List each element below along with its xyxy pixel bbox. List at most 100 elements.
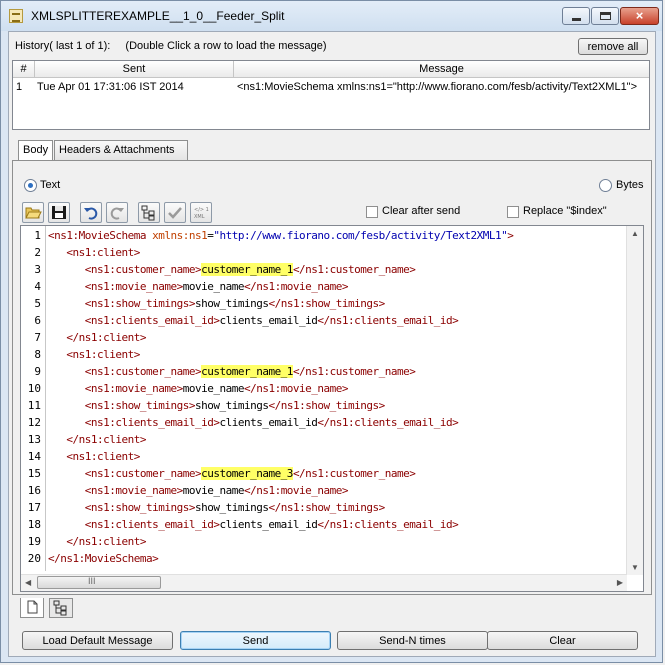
code-token: show_timings — [194, 297, 269, 310]
line-number: 10 — [27, 382, 41, 395]
tree-tab[interactable] — [49, 598, 73, 618]
redo-button[interactable] — [106, 202, 128, 223]
validate-button[interactable] — [164, 202, 186, 223]
code-token: "http://www.fiorano.com/fesb/activity/Te… — [213, 229, 508, 242]
code-token: <ns1:clients_email_id> — [84, 518, 220, 531]
bytes-radio-label: Bytes — [616, 179, 644, 191]
code-token: <ns1:client> — [66, 246, 140, 259]
text-radio[interactable] — [24, 179, 37, 192]
code-line: </ns1:MovieSchema> — [48, 552, 159, 565]
maximize-button[interactable] — [591, 7, 619, 25]
title-bar[interactable]: XMLSPLITTEREXAMPLE__1_0__Feeder_Split × — [1, 1, 662, 31]
line-number: 8 — [34, 348, 41, 361]
column-header-sent[interactable]: Sent — [35, 61, 234, 78]
code-token: </ns1:customer_name> — [292, 365, 416, 378]
code-token: </ns1:client> — [66, 331, 146, 344]
line-number: 2 — [34, 246, 41, 259]
line-number: 16 — [27, 484, 41, 497]
code-line: </ns1:client> — [48, 535, 146, 548]
tab-body[interactable]: Body — [18, 140, 53, 161]
app-icon — [9, 9, 23, 23]
code-token: </ns1:show_timings> — [268, 501, 385, 514]
tree-icon — [53, 600, 67, 616]
undo-button[interactable] — [80, 202, 102, 223]
save-button[interactable] — [48, 202, 70, 223]
code-line: <ns1:clients_email_id>clients_email_id</… — [48, 518, 459, 531]
code-token: </ns1:clients_email_id> — [317, 416, 459, 429]
code-token: <ns1:show_timings> — [84, 297, 196, 310]
code-token: <ns1:movie_name> — [84, 280, 183, 293]
vertical-scrollbar[interactable]: ▲ ▼ — [626, 226, 643, 575]
clear-after-send-checkbox[interactable] — [366, 206, 378, 218]
close-icon: × — [635, 8, 644, 23]
code-line: <ns1:show_timings>show_timings</ns1:show… — [48, 399, 386, 412]
row-message: <ns1:MovieSchema xmlns:ns1="http://www.f… — [237, 81, 638, 93]
bytes-radio[interactable] — [599, 179, 612, 192]
code-token: </ns1:customer_name> — [292, 263, 416, 276]
scroll-left-icon[interactable]: ◀ — [25, 578, 31, 587]
open-button[interactable] — [22, 202, 44, 223]
line-number: 18 — [27, 518, 41, 531]
code-token: </ns1:movie_name> — [243, 382, 349, 395]
column-header-message[interactable]: Message — [234, 61, 649, 78]
horizontal-scrollbar[interactable]: ◀ III ▶ — [21, 574, 627, 591]
line-number: 15 — [27, 467, 41, 480]
code-line: <ns1:clients_email_id>clients_email_id</… — [48, 416, 459, 429]
line-number: 12 — [27, 416, 41, 429]
save-icon — [52, 206, 66, 219]
xml-editor[interactable]: 1 2 3 4 5 6 7 8 9 10 11 12 13 14 15 16 17 18 19 20 <ns1:Mov… — [20, 225, 644, 592]
table-row[interactable]: 1 Tue Apr 01 17:31:06 IST 2014 <ns1:Movi… — [13, 78, 649, 96]
code-token: show_timings — [194, 399, 269, 412]
remove-all-button[interactable]: remove all — [578, 38, 648, 55]
document-tab[interactable] — [20, 598, 44, 618]
code-token: <ns1:clients_email_id> — [84, 314, 220, 327]
code-token: </ns1:movie_name> — [243, 280, 349, 293]
close-button[interactable]: × — [620, 7, 659, 25]
code-line: <ns1:client> — [48, 450, 140, 463]
code-line: <ns1:show_timings>show_timings</ns1:show… — [48, 501, 386, 514]
history-label: History( last 1 of 1): — [15, 40, 111, 52]
send-button[interactable]: Send — [180, 631, 331, 650]
horizontal-scroll-thumb[interactable]: III — [37, 576, 161, 589]
code-token: clients_email_id — [219, 314, 318, 327]
tree-view-button[interactable] — [138, 202, 160, 223]
code-line: <ns1:customer_name>customer_name_3</ns1:… — [48, 467, 416, 480]
code-token: </ns1:client> — [66, 433, 146, 446]
code-token: <ns1:show_timings> — [84, 399, 196, 412]
code-line: <ns1:client> — [48, 348, 140, 361]
code-token: <ns1:movie_name> — [84, 484, 183, 497]
xml-format-button[interactable]: </> 1 XML — [190, 202, 212, 223]
tab-headers-attachments[interactable]: Headers & Attachments — [54, 140, 188, 160]
line-number: 3 — [34, 263, 41, 276]
minimize-button[interactable] — [562, 7, 590, 25]
column-header-num[interactable]: # — [13, 61, 35, 78]
scroll-up-icon[interactable]: ▲ — [631, 229, 639, 238]
replace-index-checkbox[interactable] — [507, 206, 519, 218]
send-n-times-button[interactable]: Send-N times — [337, 631, 488, 650]
code-token: <ns1:movie_name> — [84, 382, 183, 395]
code-token: <ns1:client> — [66, 348, 140, 361]
code-line: </ns1:client> — [48, 331, 146, 344]
code-token: clients_email_id — [219, 416, 318, 429]
scroll-right-icon[interactable]: ▶ — [617, 578, 623, 587]
history-table[interactable]: # Sent Message 1 Tue Apr 01 17:31:06 IST… — [12, 60, 650, 130]
load-default-message-button[interactable]: Load Default Message — [22, 631, 173, 650]
highlighted-value: customer_name_1 — [201, 365, 293, 378]
row-sent: Tue Apr 01 17:31:06 IST 2014 — [37, 81, 184, 93]
code-token: movie_name — [182, 484, 245, 497]
code-line: <ns1:movie_name>movie_name</ns1:movie_na… — [48, 382, 349, 395]
line-number: 6 — [34, 314, 41, 327]
code-token: movie_name — [182, 382, 245, 395]
code-line: <ns1:show_timings>show_timings</ns1:show… — [48, 297, 386, 310]
code-token: <ns1:customer_name> — [84, 263, 202, 276]
scroll-down-icon[interactable]: ▼ — [631, 563, 639, 572]
code-line: <ns1:customer_name>customer_name_1</ns1:… — [48, 263, 416, 276]
history-hint: (Double Click a row to load the message) — [125, 40, 327, 52]
clear-button[interactable]: Clear — [487, 631, 638, 650]
